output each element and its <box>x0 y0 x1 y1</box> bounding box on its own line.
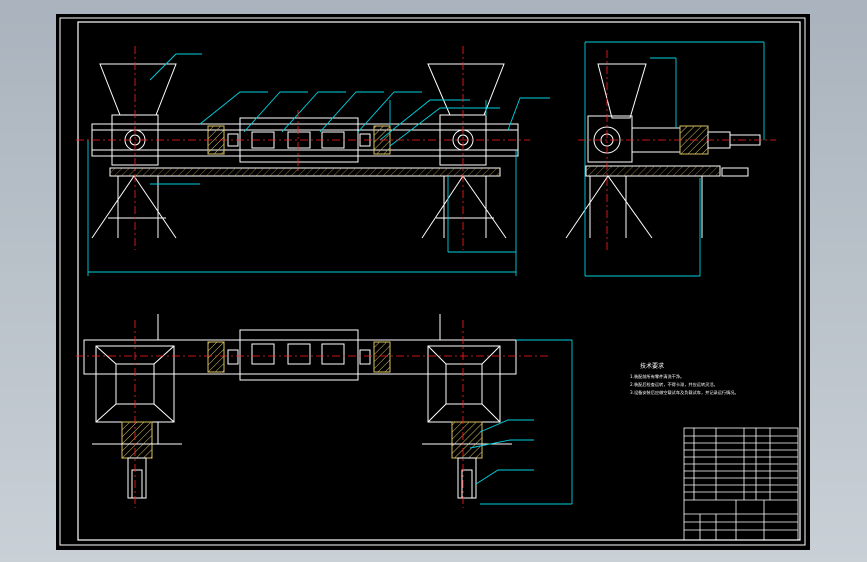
tech-req-line-2: 2.装配后检查运转，不得卡滞，并应运转灵活。 <box>630 381 718 388</box>
tech-req-line-3: 3.设备安装后应做空载试车及负载试车，并记录运行情况。 <box>630 389 739 396</box>
drawing-sheet: 技术要求 1.装配前所有零件清洗干净。 2.装配后检查运转，不得卡滞，并应运转灵… <box>56 14 810 550</box>
tech-req-title: 技术要求 <box>640 362 664 370</box>
tech-req-line-1: 1.装配前所有零件清洗干净。 <box>630 373 684 380</box>
drawing-paper <box>56 14 810 550</box>
cad-viewport: 技术要求 1.装配前所有零件清洗干净。 2.装配后检查运转，不得卡滞，并应运转灵… <box>0 0 867 562</box>
